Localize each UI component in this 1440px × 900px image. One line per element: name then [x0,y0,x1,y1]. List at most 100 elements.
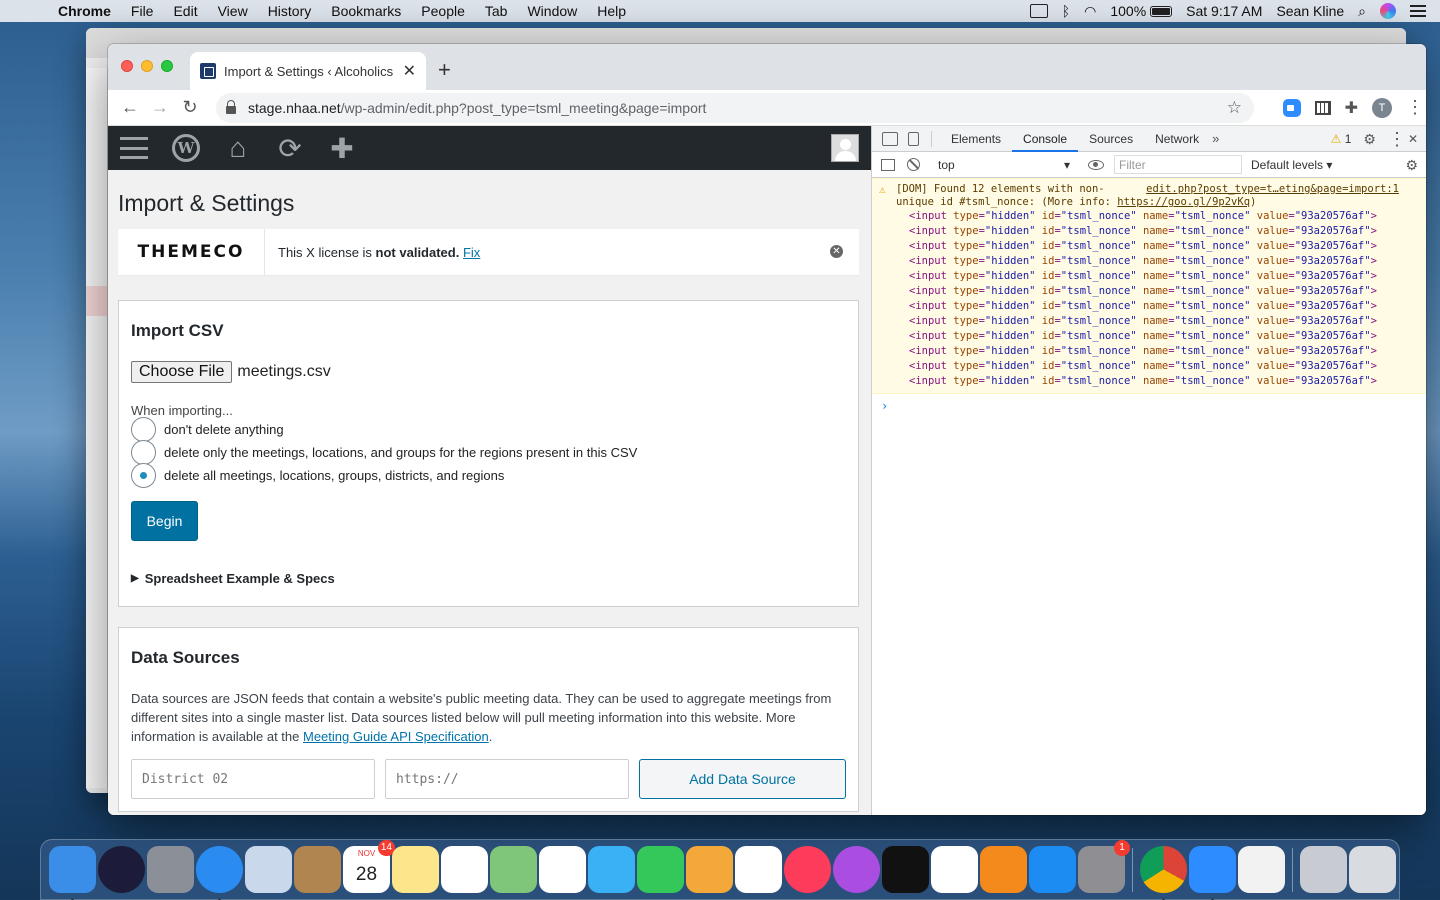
more-info-link[interactable]: https://goo.gl/9p2vKq [1117,196,1250,208]
menu-history[interactable]: History [268,3,312,19]
warnings-badge[interactable]: ⚠ 1 [1331,132,1352,146]
device-toolbar-icon[interactable] [908,131,919,146]
bookmark-star-icon[interactable]: ☆ [1227,98,1242,118]
menu-app-name[interactable]: Chrome [58,3,111,19]
clear-console-icon[interactable] [907,158,920,171]
console-code-line[interactable]: <input type="hidden" id="tsml_nonce" nam… [872,224,1426,239]
console-code-line[interactable]: <input type="hidden" id="tsml_nonce" nam… [872,314,1426,329]
user-avatar[interactable] [831,134,859,162]
tab-console[interactable]: Console [1012,126,1079,152]
tab-elements[interactable]: Elements [940,126,1012,152]
radio-button-selected[interactable] [131,463,156,488]
contacts-icon[interactable] [294,846,341,893]
downloads-icon[interactable] [1300,846,1347,893]
begin-button[interactable]: Begin [131,501,198,541]
airplay-icon[interactable] [1029,4,1048,18]
battery-status[interactable]: 100% [1110,3,1173,19]
radio-option-dont-delete[interactable]: don't delete anything [131,417,858,442]
console-code-line[interactable]: <input type="hidden" id="tsml_nonce" nam… [872,374,1426,389]
menu-edit[interactable]: Edit [173,3,197,19]
menu-toggle[interactable] [108,126,160,170]
launchpad-icon[interactable] [147,846,194,893]
console-code-line[interactable]: <input type="hidden" id="tsml_nonce" nam… [872,284,1426,299]
warning-source-link[interactable]: edit.php?post_type=t…eting&page=import:1 [1146,183,1399,196]
news-icon[interactable] [931,846,978,893]
user-name[interactable]: Sean Kline [1276,3,1344,19]
choose-file-button[interactable]: Choose File [131,361,233,383]
menu-help[interactable]: Help [597,3,626,19]
books-icon[interactable] [980,846,1027,893]
inspect-element-icon[interactable] [882,131,898,146]
pages-icon[interactable] [686,846,733,893]
menu-people[interactable]: People [421,3,465,19]
chrome-icon[interactable] [1140,846,1187,900]
maps-icon[interactable] [490,846,537,893]
wp-logo-button[interactable]: W [160,126,212,170]
close-window-button[interactable] [121,60,133,72]
close-devtools-icon[interactable]: ✕ [1408,132,1418,146]
zoom-extension-icon[interactable] [1282,98,1301,117]
add-data-source-button[interactable]: Add Data Source [639,759,846,799]
radio-button[interactable] [131,417,156,442]
console-code-line[interactable]: <input type="hidden" id="tsml_nonce" nam… [872,269,1426,284]
tab-network[interactable]: Network [1144,126,1210,152]
new-tab-button[interactable]: + [438,57,451,83]
siri-icon[interactable] [1380,3,1396,19]
radio-option-delete-all[interactable]: delete all meetings, locations, groups, … [131,463,858,488]
system-preferences-icon[interactable]: 1 [1078,840,1130,893]
extensions-puzzle-icon[interactable]: ✚ [1345,98,1358,118]
forward-arrow-icon[interactable]: → [145,97,175,118]
more-tabs-icon[interactable]: » [1212,131,1219,146]
menu-file[interactable]: File [131,3,154,19]
zoom-window-button[interactable] [161,60,173,72]
devtools-settings-icon[interactable]: ⚙ [1363,131,1376,148]
bluetooth-icon[interactable]: ᛒ [1062,3,1070,19]
console-filter-input[interactable]: Filter [1114,155,1242,174]
wifi-icon[interactable]: ◠ [1084,3,1096,20]
new-content-button[interactable]: ✚ [316,126,368,170]
trash-icon[interactable] [1349,846,1396,893]
music-icon[interactable] [784,846,831,893]
menu-tab[interactable]: Tab [485,3,508,19]
console-code-line[interactable]: <input type="hidden" id="tsml_nonce" nam… [872,254,1426,269]
clock[interactable]: Sat 9:17 AM [1186,3,1262,19]
live-expression-eye-icon[interactable] [1088,159,1104,170]
app-store-icon[interactable] [1029,846,1076,893]
console-prompt[interactable]: › [872,399,1426,413]
reload-icon[interactable]: ↻ [175,97,205,118]
console-code-line[interactable]: <input type="hidden" id="tsml_nonce" nam… [872,359,1426,374]
api-spec-link[interactable]: Meeting Guide API Specification [303,729,489,744]
messages-icon[interactable] [588,846,635,893]
log-levels-dropdown[interactable]: Default levels ▾ [1251,158,1332,172]
browser-tab-active[interactable]: Import & Settings ‹ Alcoholics ✕ [190,52,426,90]
numbers-icon[interactable] [735,846,782,893]
table-extension-icon[interactable] [1314,100,1331,115]
dismiss-notice-icon[interactable]: ✕ [830,245,843,258]
spreadsheet-specs-toggle[interactable]: ▶ Spreadsheet Example & Specs [131,571,858,586]
notes-icon[interactable] [392,846,439,893]
tv-icon[interactable] [882,846,929,893]
devtools-menu-icon[interactable]: ⋮ [1388,129,1406,150]
zoom-icon[interactable] [1189,846,1236,900]
console-settings-icon[interactable]: ⚙ [1405,157,1418,174]
close-tab-icon[interactable]: ✕ [403,61,416,81]
data-source-url-input[interactable]: https:// [385,759,629,799]
chrome-menu-icon[interactable]: ⋮ [1406,97,1424,118]
finder-icon[interactable] [49,846,96,900]
calendar-icon[interactable]: NOV 28 14 [343,840,395,893]
spotlight-search-icon[interactable]: ⌕ [1358,3,1366,20]
tab-sources[interactable]: Sources [1078,126,1144,152]
radio-option-delete-regions[interactable]: delete only the meetings, locations, and… [131,440,858,465]
console-sidebar-icon[interactable] [881,158,895,171]
radio-button[interactable] [131,440,156,465]
console-code-line[interactable]: <input type="hidden" id="tsml_nonce" nam… [872,329,1426,344]
mail-icon[interactable] [245,846,292,893]
address-bar[interactable]: stage.nhaa.net/wp-admin/edit.php?post_ty… [216,93,1254,123]
podcasts-icon[interactable] [833,846,880,893]
fix-link[interactable]: Fix [463,245,480,260]
textedit-icon[interactable] [1238,846,1285,893]
lock-icon[interactable] [226,100,236,114]
facetime-icon[interactable] [637,846,684,893]
console-code-line[interactable]: <input type="hidden" id="tsml_nonce" nam… [872,209,1426,224]
siri-icon[interactable] [98,846,145,893]
